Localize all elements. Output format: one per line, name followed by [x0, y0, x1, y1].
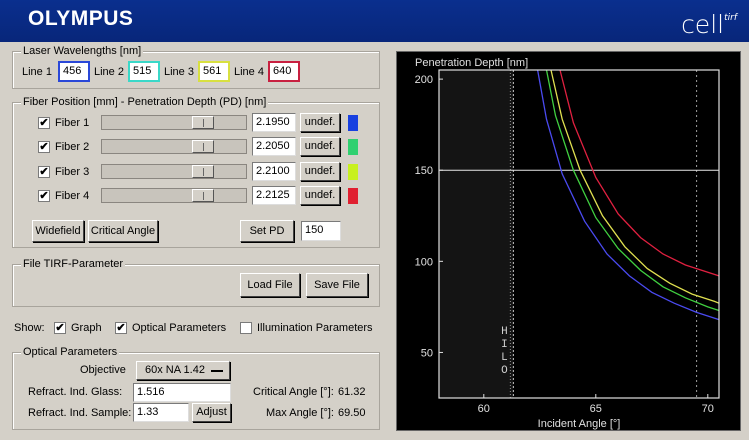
fiber-4-slider-thumb[interactable] [192, 189, 214, 202]
fiber-4-position-input[interactable]: 2.2125 [252, 186, 296, 205]
y-tick-label: 150 [415, 165, 433, 177]
fiber-1-label: Fiber 1 [55, 117, 90, 129]
line-1-input[interactable]: 456 [58, 61, 90, 82]
y-tick-label: 100 [415, 256, 433, 268]
fiber-2-color-swatch [348, 139, 358, 155]
file-group-title: File TIRF-Parameter [21, 258, 126, 270]
fiber-group-title: Fiber Position [mm] - Penetration Depth … [21, 96, 269, 108]
fiber-4-slider[interactable] [101, 188, 247, 203]
line-2-input[interactable]: 515 [128, 61, 160, 82]
fiber-3-color-swatch [348, 164, 358, 180]
product-superscript: tirf [724, 12, 737, 23]
line-2-label: Line 2 [94, 66, 124, 78]
fiber-2-slider[interactable] [101, 139, 247, 154]
load-file-button[interactable]: Load File [240, 273, 300, 297]
adjust-button[interactable]: Adjust [192, 403, 231, 422]
fiber-3-position-input[interactable]: 2.2100 [252, 162, 296, 181]
fiber-1-undef-button[interactable]: undef. [300, 113, 340, 132]
fiber-1-slider[interactable] [101, 115, 247, 130]
critical-angle-button[interactable]: Critical Angle [88, 220, 158, 242]
fiber-2-label: Fiber 2 [55, 141, 90, 153]
chart-title: Penetration Depth [nm] [415, 57, 528, 69]
fiber-3-label: Fiber 3 [55, 166, 90, 178]
optical-parameters-checkbox[interactable]: ✔ [115, 322, 127, 334]
fiber-2-checkbox[interactable]: ✔ [38, 141, 50, 153]
fiber-4-checkbox[interactable]: ✔ [38, 190, 50, 202]
title-bar: OLYMPUS celltirf [0, 0, 749, 42]
objective-value: 60x NA 1.42 [145, 364, 205, 376]
illumination-parameters-checkbox[interactable] [240, 322, 252, 334]
save-file-button[interactable]: Save File [306, 273, 368, 297]
fiber-2-position-input[interactable]: 2.2050 [252, 137, 296, 156]
hilo-letter: I [501, 339, 508, 351]
line-1-label: Line 1 [22, 66, 52, 78]
x-tick-label: 65 [590, 403, 602, 415]
penetration-depth-chart: 50 100 150 200 60 65 70 Penetration Depth [nm] I… [396, 51, 741, 431]
fiber-1-checkbox[interactable]: ✔ [38, 117, 50, 129]
fiber-4-color-swatch [348, 188, 358, 204]
sample-index-input[interactable]: 1.33 [133, 403, 189, 422]
y-tick-label: 50 [421, 347, 433, 359]
series-line-1 [536, 69, 720, 321]
objective-label: Objective [80, 364, 126, 376]
laser-group-title: Laser Wavelengths [nm] [21, 45, 144, 57]
optical-group-title: Optical Parameters [21, 346, 120, 358]
y-tick-label: 200 [415, 74, 433, 86]
series-line-4 [559, 69, 720, 277]
series-line-2 [545, 69, 720, 312]
set-pd-button[interactable]: Set PD [240, 220, 294, 242]
critical-angle-value: 61.32 [338, 386, 366, 398]
line-3-label: Line 3 [164, 66, 194, 78]
optical-parameters-label: Optical Parameters [132, 322, 227, 334]
fiber-2-slider-thumb[interactable] [192, 140, 214, 153]
x-tick-label: 70 [702, 403, 714, 415]
hilo-letter: L [501, 352, 508, 364]
graph-label: Graph [71, 322, 102, 334]
fiber-4-undef-button[interactable]: undef. [300, 186, 340, 205]
dropdown-bar-icon [211, 370, 223, 372]
hilo-letter: H [501, 326, 508, 338]
fiber-3-checkbox[interactable]: ✔ [38, 166, 50, 178]
fiber-2-undef-button[interactable]: undef. [300, 137, 340, 156]
fiber-1-slider-thumb[interactable] [192, 116, 214, 129]
hilo-letter: O [501, 365, 508, 377]
graph-checkbox[interactable]: ✔ [54, 322, 66, 334]
fiber-3-undef-button[interactable]: undef. [300, 162, 340, 181]
celltirf-logo: celltirf [681, 10, 737, 39]
fiber-4-label: Fiber 4 [55, 190, 90, 202]
max-angle-value: 69.50 [338, 407, 366, 419]
line-3-input[interactable]: 561 [198, 61, 230, 82]
fiber-1-color-swatch [348, 115, 358, 131]
x-tick-label: 60 [478, 403, 490, 415]
max-angle-label: Max Angle [°]: [266, 407, 334, 419]
glass-index-input[interactable]: 1.516 [133, 383, 231, 402]
x-axis-label: Incident Angle [°] [538, 418, 621, 430]
line-4-label: Line 4 [234, 66, 264, 78]
glass-index-label: Refract. Ind. Glass: [28, 386, 123, 398]
show-label: Show: [14, 322, 45, 334]
widefield-button[interactable]: Widefield [32, 220, 84, 242]
illumination-parameters-label: Illumination Parameters [257, 322, 373, 334]
fiber-3-slider[interactable] [101, 164, 247, 179]
sample-index-label: Refract. Ind. Sample: [28, 407, 132, 419]
fiber-1-position-input[interactable]: 2.1950 [252, 113, 296, 132]
critical-angle-label: Critical Angle [°]: [253, 386, 334, 398]
olympus-logo: OLYMPUS [28, 7, 134, 30]
penetration-depth-plot: 50 100 150 200 60 65 70 Penetration Depth [nm] I… [415, 57, 720, 430]
objective-dropdown[interactable]: 60x NA 1.42 [136, 361, 230, 380]
pd-value-input[interactable]: 150 [301, 221, 341, 241]
fiber-3-slider-thumb[interactable] [192, 165, 214, 178]
product-name: cell [681, 10, 725, 39]
line-4-input[interactable]: 640 [268, 61, 300, 82]
